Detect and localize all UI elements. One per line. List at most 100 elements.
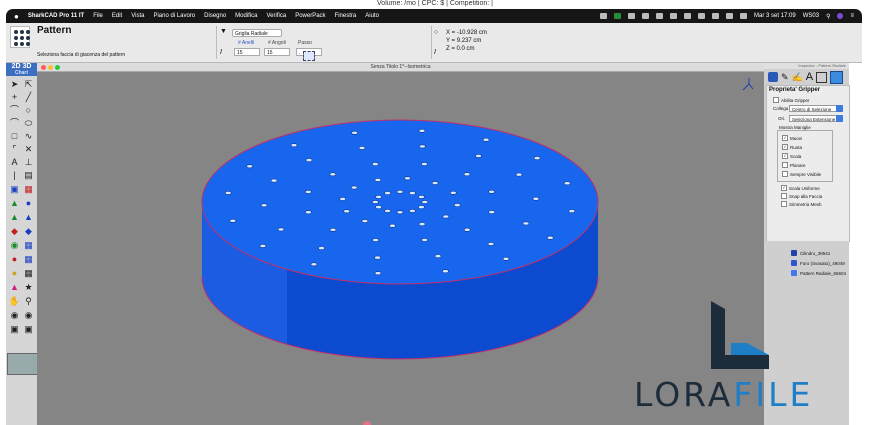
render-icon[interactable]: ▲ — [8, 281, 21, 293]
close-window-button[interactable] — [41, 65, 46, 70]
solid-revolve-icon[interactable]: ▲ — [8, 211, 21, 223]
fillet-icon[interactable]: ● — [8, 253, 21, 265]
menu-finestra[interactable]: Finestra — [335, 13, 357, 19]
3d-viewport[interactable] — [37, 72, 764, 425]
menu-verifica[interactable]: Verifica — [267, 13, 287, 19]
hand-pan-icon[interactable]: ✋ — [8, 295, 21, 307]
solid-cone-icon[interactable]: ▲ — [8, 197, 21, 209]
render-tab-icon[interactable] — [830, 70, 844, 84]
trim-icon[interactable]: ✕ — [22, 143, 35, 155]
spline-icon[interactable]: ∿ — [22, 130, 35, 142]
solid-shell-icon[interactable]: ▲ — [22, 211, 35, 223]
uniform-scale-checkbox[interactable]: ✓ Scala Uniforme — [781, 185, 820, 191]
handle-always-visible-checkbox[interactable]: Sempre Visibile — [782, 171, 821, 177]
extrude-icon[interactable]: ▣ — [8, 183, 21, 195]
status-icon[interactable] — [614, 13, 622, 19]
point-icon[interactable]: + — [8, 91, 21, 103]
mode-2d-3d-toggle[interactable]: 2D 3D Chart — [6, 63, 37, 76]
dropbox-icon[interactable] — [684, 13, 692, 19]
menu-aiuto[interactable]: Aiuto — [365, 13, 379, 19]
pattern-icon[interactable]: ▦ — [22, 239, 35, 251]
tree-item-cylinder[interactable]: Cilindro_38541 — [791, 250, 830, 256]
cube-view-icon[interactable]: ▣ — [8, 323, 21, 335]
tree-item-hole[interactable]: Foro (Svasato)_49049 — [791, 260, 845, 266]
text-icon[interactable]: A — [8, 156, 21, 168]
handle-planar-checkbox[interactable]: Planare — [782, 162, 806, 168]
polyline-icon[interactable]: ⌜ — [8, 143, 21, 155]
vertical-line-icon[interactable]: | — [8, 169, 21, 181]
mesh-icon[interactable]: ▦ — [22, 253, 35, 265]
status-icon[interactable] — [656, 13, 664, 19]
rectangle-icon[interactable]: □ — [8, 130, 21, 142]
rings-input[interactable]: 15 — [234, 48, 260, 56]
bluetooth-icon[interactable] — [712, 13, 720, 19]
object-tab-icon[interactable] — [768, 72, 778, 82]
frame-tab-icon[interactable] — [816, 71, 828, 83]
line-icon[interactable]: ╱ — [22, 91, 35, 103]
location-icon[interactable] — [628, 13, 636, 19]
zoom-icon[interactable]: ⚲ — [22, 295, 35, 307]
pattern-tool-icon — [10, 26, 30, 48]
wifi-icon[interactable] — [726, 13, 734, 19]
text-tab-icon[interactable]: A — [806, 71, 813, 83]
menubar-clock[interactable]: Mar 3 set 17:09 — [754, 13, 796, 19]
countersunk-hole — [475, 154, 482, 158]
hatch-icon[interactable]: ▤ — [22, 169, 35, 181]
radial-pattern-disc-model[interactable] — [37, 72, 764, 425]
link-select[interactable]: Centro di Selezione — [789, 105, 843, 112]
circle-icon[interactable]: ○ — [22, 104, 35, 116]
menu-disegno[interactable]: Disegno — [204, 13, 226, 19]
menu-powerpack[interactable]: PowerPack — [295, 13, 325, 19]
light-icon[interactable]: ● — [8, 267, 21, 279]
orientation-select[interactable]: Seleziona Estensione — [789, 115, 843, 122]
menu-modifica[interactable]: Modifica — [235, 13, 257, 19]
surface-icon[interactable]: ◉ — [8, 239, 21, 251]
divider — [431, 26, 432, 59]
menu-edit[interactable]: Edit — [112, 13, 122, 19]
menu-file[interactable]: File — [93, 13, 103, 19]
handle-scale-checkbox[interactable]: ✓ Scala — [782, 153, 801, 159]
time-machine-icon[interactable] — [698, 13, 706, 19]
tree-item-pattern[interactable]: Pattern Radiale_65604 — [791, 270, 846, 276]
solid-box-icon[interactable]: ◆ — [22, 225, 35, 237]
solid-cylinder-icon[interactable]: ● — [22, 197, 35, 209]
arrow-select-icon[interactable]: ➤ — [8, 78, 21, 90]
apple-icon[interactable]: ● — [14, 12, 19, 21]
cube-front-icon[interactable]: ▣ — [22, 323, 35, 335]
minimize-window-button[interactable] — [48, 65, 53, 70]
dimension-icon[interactable]: ⊥ — [22, 156, 35, 168]
status-icon[interactable] — [642, 13, 650, 19]
app-menu[interactable]: SharkCAD Pro 11 IT — [28, 13, 84, 19]
menubar-host[interactable]: WS03 — [803, 13, 819, 19]
brush-tab-icon[interactable]: ✍ — [792, 72, 803, 83]
status-icon[interactable] — [670, 13, 678, 19]
notification-center-icon[interactable]: ≡ — [850, 13, 854, 19]
enable-gripper-checkbox[interactable]: Abilita Gripper — [773, 97, 810, 103]
boolean-icon[interactable]: ◆ — [8, 225, 21, 237]
pointer-icon[interactable]: ⇱ — [22, 78, 35, 90]
arc-icon[interactable]: ⌒ — [8, 104, 21, 116]
view-rotate-icon[interactable]: ◉ — [22, 309, 35, 321]
zoom-window-button[interactable] — [55, 65, 60, 70]
spotlight-icon[interactable]: ⚲ — [826, 13, 830, 20]
sheet-icon[interactable]: ▦ — [22, 267, 35, 279]
angles-input[interactable]: 15 — [264, 48, 290, 56]
mesh-symmetry-checkbox[interactable]: Simmetria Mesh — [781, 201, 822, 207]
siri-icon[interactable] — [837, 13, 844, 19]
ellipse-icon[interactable]: ⬭ — [22, 117, 35, 129]
handle-move-checkbox[interactable]: ✓ Muovi — [782, 135, 802, 141]
orbit-icon[interactable]: ◉ — [8, 309, 21, 321]
arc-3pt-icon[interactable]: ⌒ — [8, 117, 21, 129]
sketch-icon[interactable]: ▦ — [22, 183, 35, 195]
status-icon[interactable] — [600, 13, 608, 19]
snap-to-face-checkbox[interactable]: Snap alla Faccia — [781, 193, 822, 199]
handle-rotate-checkbox[interactable]: ✓ Ruota — [782, 144, 802, 150]
menu-piano-di-lavoro[interactable]: Piano di Lavoro — [153, 13, 195, 19]
pattern-type-select[interactable]: Griglia Radiale — [232, 29, 282, 37]
countersunk-hole — [329, 172, 337, 177]
menu-vista[interactable]: Vista — [131, 13, 144, 19]
figure-icon[interactable]: ★ — [22, 281, 35, 293]
view-thumbnail[interactable] — [7, 353, 38, 375]
volume-icon[interactable] — [740, 13, 748, 19]
pen-tab-icon[interactable]: ✎ — [781, 72, 789, 83]
